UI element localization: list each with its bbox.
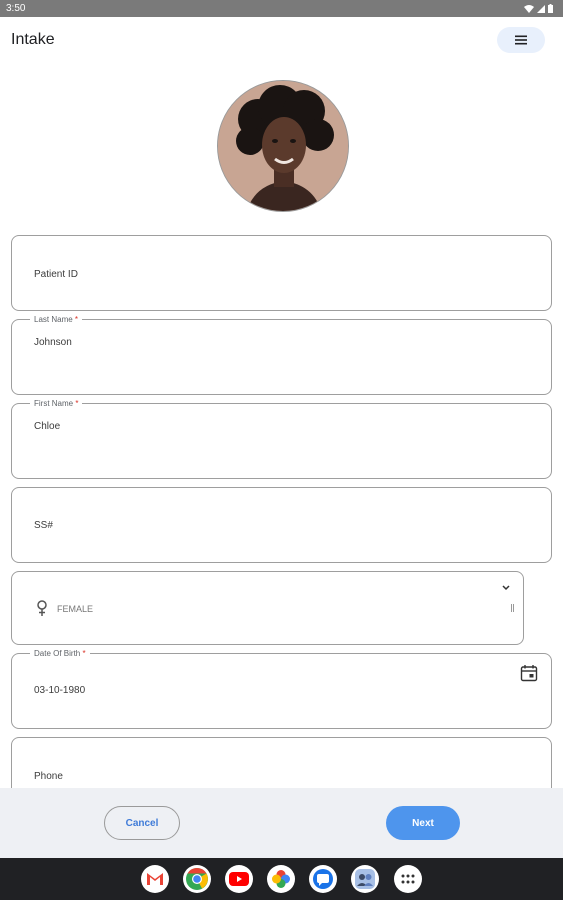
gender-select[interactable]: FEMALE: [11, 571, 524, 645]
patient-avatar[interactable]: [217, 80, 349, 212]
messages-icon[interactable]: [309, 865, 337, 893]
taskbar: [0, 858, 563, 900]
last-name-label: Last Name *: [30, 315, 83, 324]
action-bar: Cancel Next: [0, 788, 563, 858]
signal-icon: [537, 4, 545, 13]
status-bar: 3:50: [0, 0, 563, 17]
photos-icon[interactable]: [267, 865, 295, 893]
calendar-icon[interactable]: [520, 664, 538, 682]
menu-button[interactable]: [497, 27, 545, 53]
patient-id-field[interactable]: Patient ID: [11, 235, 552, 311]
patient-id-placeholder: Patient ID: [34, 269, 78, 280]
first-name-field[interactable]: First Name * Chloe: [11, 399, 552, 479]
app-drawer-icon[interactable]: [394, 865, 422, 893]
resize-handle-icon: [511, 604, 514, 612]
status-time: 3:50: [6, 3, 26, 14]
phone-placeholder: Phone: [34, 771, 63, 782]
battery-icon: [548, 4, 553, 13]
page-title: Intake: [11, 31, 55, 48]
app-bar: Intake: [0, 17, 563, 63]
wifi-icon: [524, 4, 534, 13]
patient-photo: [218, 81, 348, 211]
next-button[interactable]: Next: [386, 806, 460, 840]
date-of-birth-value: 03-10-1980: [34, 685, 86, 696]
ssn-field[interactable]: SS#: [11, 487, 552, 563]
cancel-button[interactable]: Cancel: [104, 806, 180, 840]
hamburger-menu-icon: [515, 35, 527, 45]
first-name-value: Chloe: [34, 421, 61, 432]
last-name-value: Johnson: [34, 337, 72, 348]
first-name-label: First Name *: [30, 399, 83, 408]
date-of-birth-field[interactable]: Date Of Birth * 03-10-1980: [11, 649, 552, 729]
gender-value: FEMALE: [57, 604, 94, 614]
contacts-icon[interactable]: [351, 865, 379, 893]
youtube-icon[interactable]: [225, 865, 253, 893]
gmail-icon[interactable]: [141, 865, 169, 893]
last-name-field[interactable]: Last Name * Johnson: [11, 315, 552, 395]
date-of-birth-label: Date Of Birth *: [30, 649, 90, 658]
screen: 3:50 Intake Patient ID Last Name * Johns…: [0, 0, 563, 900]
female-icon: [37, 600, 47, 616]
ssn-placeholder: SS#: [34, 520, 53, 531]
chrome-icon[interactable]: [183, 865, 211, 893]
chevron-down-icon: [502, 585, 510, 591]
